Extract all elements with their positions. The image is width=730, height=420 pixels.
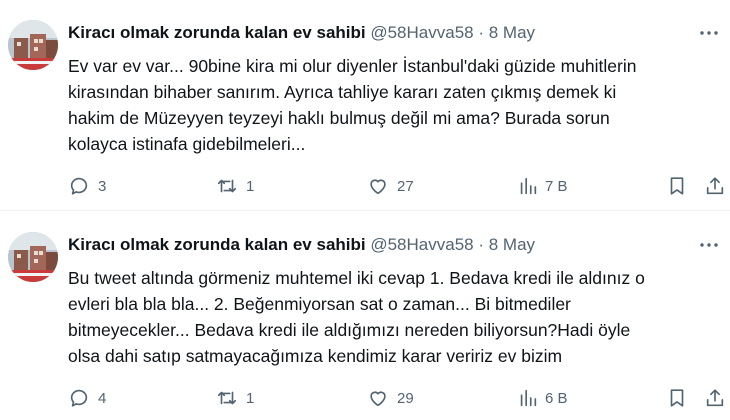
retweet-button[interactable]: 1	[216, 172, 254, 200]
avatar-image	[8, 20, 58, 70]
reply-button[interactable]: 4	[68, 384, 106, 412]
reply-count: 4	[98, 389, 107, 407]
avatar-image	[8, 232, 58, 282]
tweet-header: Kiracı olmak zorunda kalan ev sahibi @58…	[68, 22, 535, 44]
retweet-icon	[217, 391, 237, 405]
like-icon	[370, 179, 386, 195]
like-count: 29	[397, 389, 414, 407]
bookmark-icon	[670, 177, 684, 195]
tweet[interactable]: Kiracı olmak zorunda kalan ev sahibi @58…	[0, 0, 730, 211]
bookmark-icon	[670, 389, 684, 407]
like-button[interactable]: 29	[367, 384, 414, 412]
tweet-header: Kiracı olmak zorunda kalan ev sahibi @58…	[68, 234, 535, 256]
reply-button[interactable]: 3	[68, 172, 106, 200]
author-handle[interactable]: @58Havva58	[370, 235, 473, 254]
like-button[interactable]: 27	[367, 172, 414, 200]
reply-icon	[70, 177, 88, 195]
share-button[interactable]	[704, 384, 726, 412]
tweet-actions: 4 1 29 6 B	[68, 384, 728, 412]
views-icon	[520, 177, 537, 195]
share-icon	[706, 389, 724, 407]
views-button[interactable]: 7 B	[517, 172, 568, 200]
more-icon[interactable]	[696, 234, 722, 256]
avatar[interactable]	[8, 232, 58, 282]
share-button[interactable]	[704, 172, 726, 200]
tweet-text: Bu tweet altında görmeniz muhtemel iki c…	[68, 268, 645, 366]
retweet-icon	[217, 179, 237, 193]
retweet-button[interactable]: 1	[216, 384, 254, 412]
avatar[interactable]	[8, 20, 58, 70]
author-name[interactable]: Kiracı olmak zorunda kalan ev sahibi	[68, 235, 366, 254]
separator: ·	[478, 23, 485, 42]
reply-icon	[70, 389, 88, 407]
more-icon[interactable]	[696, 22, 722, 44]
tweet[interactable]: Kiracı olmak zorunda kalan ev sahibi @58…	[0, 212, 730, 420]
reply-count: 3	[98, 177, 107, 195]
tweet-date[interactable]: 8 May	[489, 235, 535, 254]
views-count: 6 B	[545, 389, 568, 407]
like-icon	[370, 391, 386, 407]
bookmark-button[interactable]	[666, 384, 688, 412]
tweet-text: Ev var ev var... 90bine kira mi olur diy…	[68, 56, 637, 154]
retweet-count: 1	[246, 389, 255, 407]
views-icon	[520, 389, 537, 407]
tweet-date[interactable]: 8 May	[489, 23, 535, 42]
author-name[interactable]: Kiracı olmak zorunda kalan ev sahibi	[68, 23, 366, 42]
views-button[interactable]: 6 B	[517, 384, 568, 412]
views-count: 7 B	[545, 177, 568, 195]
bookmark-button[interactable]	[666, 172, 688, 200]
tweet-actions: 3 1 27 7 B	[68, 172, 728, 200]
author-handle[interactable]: @58Havva58	[370, 23, 473, 42]
retweet-count: 1	[246, 177, 255, 195]
separator: ·	[478, 235, 485, 254]
like-count: 27	[397, 177, 414, 195]
share-icon	[706, 177, 724, 195]
